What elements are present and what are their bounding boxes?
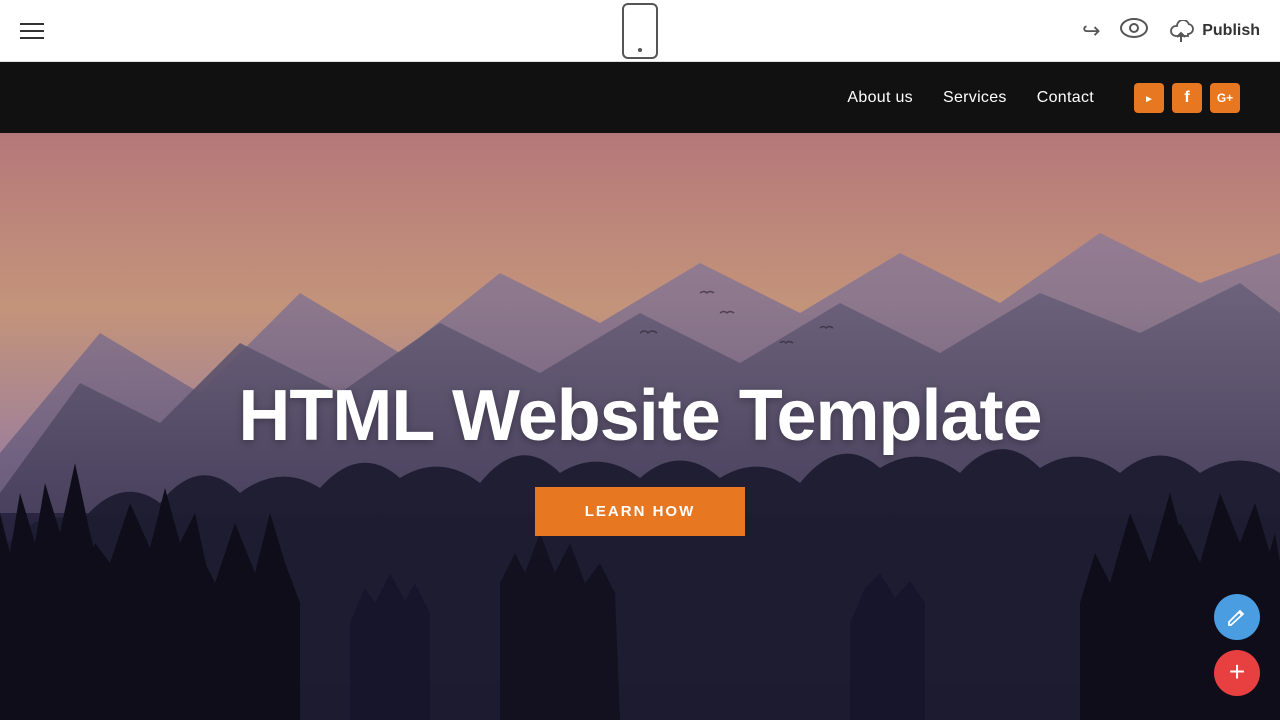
publish-label: Publish [1202,22,1260,40]
eye-icon [1120,18,1148,38]
facebook-social-button[interactable]: f [1172,83,1202,113]
toolbar-right: ↩ Publish [1082,18,1260,44]
nav-contact[interactable]: Contact [1037,89,1094,107]
hamburger-menu-button[interactable] [20,23,44,39]
youtube-icon: ▶ [1140,91,1158,105]
hero-title: HTML Website Template [238,377,1041,456]
google-plus-icon: G+ [1217,91,1233,105]
nav-about-us[interactable]: About us [847,89,913,107]
google-social-button[interactable]: G+ [1210,83,1240,113]
add-fab-button[interactable]: + [1214,650,1260,696]
social-icons-group: ▶ f G+ [1134,83,1240,113]
nav-services[interactable]: Services [943,89,1007,107]
toolbar-center [622,3,658,59]
hamburger-line-1 [20,23,44,25]
toolbar: ↩ Publish [0,0,1280,62]
add-fab-icon: + [1229,658,1245,686]
hero-section: HTML Website Template LEARN HOW [0,133,1280,720]
site-navbar: About us Services Contact ▶ f G+ [0,62,1280,133]
undo-button[interactable]: ↩ [1082,18,1100,44]
hero-content: HTML Website Template LEARN HOW [238,377,1041,535]
edit-fab-button[interactable] [1214,594,1260,640]
cloud-upload-icon [1168,20,1194,42]
youtube-social-button[interactable]: ▶ [1134,83,1164,113]
publish-button[interactable]: Publish [1168,20,1260,42]
svg-text:▶: ▶ [1145,96,1152,103]
learn-how-button[interactable]: LEARN HOW [535,487,746,536]
preview-button[interactable] [1120,18,1148,43]
edit-fab-icon [1226,606,1248,628]
hamburger-line-3 [20,37,44,39]
facebook-icon: f [1184,89,1189,107]
mobile-preview-button[interactable] [622,3,658,59]
phone-home-indicator [638,48,642,52]
toolbar-left [20,23,44,39]
hamburger-line-2 [20,30,44,32]
